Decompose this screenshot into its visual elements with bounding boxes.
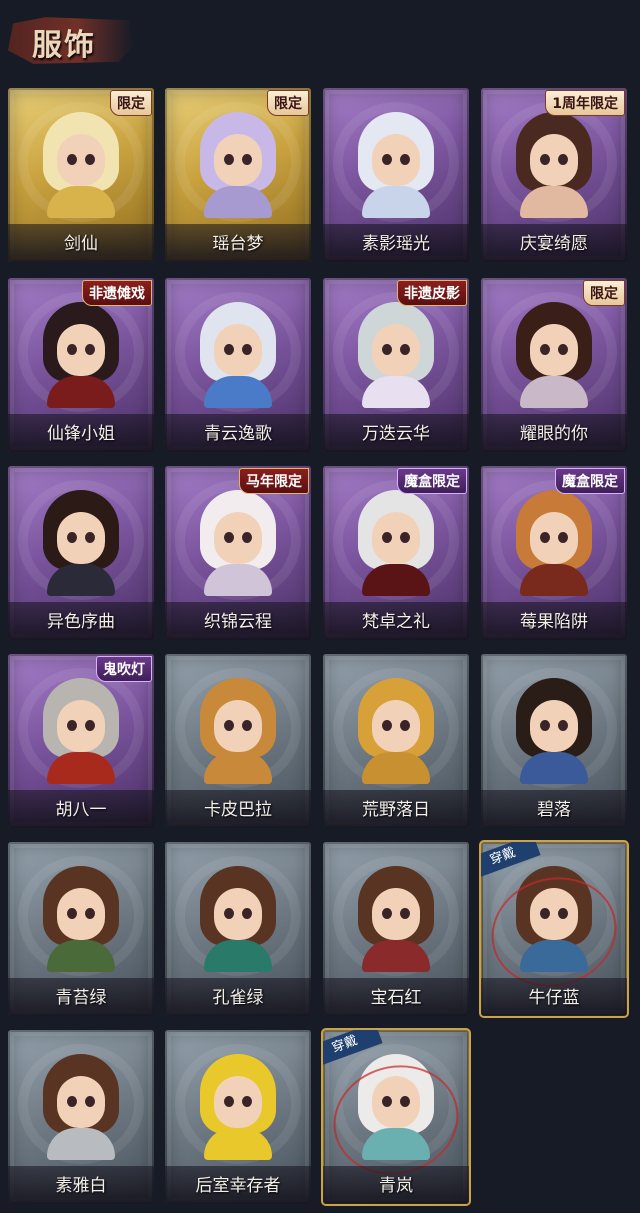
outfit-name: 碧落 bbox=[537, 800, 571, 820]
outfit-name: 青岚 bbox=[379, 1176, 413, 1196]
outfit-name: 织锦云程 bbox=[204, 612, 272, 632]
outfit-card[interactable]: 素雅白 bbox=[8, 1030, 154, 1204]
outfit-badge: 非遗皮影 bbox=[397, 280, 467, 306]
outfit-card[interactable]: 莓果陷阱 魔盒限定 bbox=[481, 466, 627, 640]
outfit-name: 瑶台梦 bbox=[212, 234, 264, 254]
outfit-card[interactable]: 梵卓之礼 魔盒限定 bbox=[323, 466, 469, 640]
outfit-name: 仙锋小姐 bbox=[47, 424, 115, 444]
outfit-card[interactable]: 宝石红 bbox=[323, 842, 469, 1016]
outfit-name: 素影瑶光 bbox=[362, 234, 430, 254]
outfit-card[interactable]: 后室幸存者 bbox=[165, 1030, 311, 1204]
outfit-card[interactable]: 碧落 bbox=[481, 654, 627, 828]
outfit-name: 梵卓之礼 bbox=[362, 612, 430, 632]
outfit-card[interactable]: 织锦云程 马年限定 bbox=[165, 466, 311, 640]
outfit-card[interactable]: 瑶台梦 限定 bbox=[165, 88, 311, 262]
outfit-card[interactable]: 青岚 穿戴 bbox=[321, 1028, 471, 1206]
outfit-badge: 限定 bbox=[110, 90, 152, 116]
outfit-card[interactable]: 荒野落日 bbox=[323, 654, 469, 828]
outfit-name: 荒野落日 bbox=[362, 800, 430, 820]
outfit-card[interactable]: 剑仙 限定 bbox=[8, 88, 154, 262]
outfit-name: 青云逸歌 bbox=[204, 424, 272, 444]
outfit-card[interactable]: 仙锋小姐 非遗傩戏 bbox=[8, 278, 154, 452]
page-title: 服饰 bbox=[32, 28, 96, 63]
outfit-badge: 1周年限定 bbox=[545, 90, 625, 116]
outfit-name: 庆宴绮愿 bbox=[520, 234, 588, 254]
outfit-name: 青苔绿 bbox=[55, 988, 107, 1008]
outfit-name: 后室幸存者 bbox=[195, 1176, 281, 1196]
outfit-name: 莓果陷阱 bbox=[520, 612, 588, 632]
outfit-name: 异色序曲 bbox=[47, 612, 115, 632]
outfit-badge: 限定 bbox=[267, 90, 309, 116]
outfit-card[interactable]: 孔雀绿 bbox=[165, 842, 311, 1016]
outfit-card[interactable]: 胡八一 鬼吹灯 bbox=[8, 654, 154, 828]
outfit-name: 耀眼的你 bbox=[520, 424, 588, 444]
outfit-card[interactable]: 牛仔蓝 穿戴 bbox=[479, 840, 629, 1018]
outfit-name: 素雅白 bbox=[55, 1176, 107, 1196]
outfit-name: 万迭云华 bbox=[362, 424, 430, 444]
outfit-card[interactable]: 青苔绿 bbox=[8, 842, 154, 1016]
outfit-badge: 魔盒限定 bbox=[555, 468, 625, 494]
outfit-card[interactable]: 青云逸歌 bbox=[165, 278, 311, 452]
outfit-card[interactable]: 异色序曲 bbox=[8, 466, 154, 640]
outfit-badge: 魔盒限定 bbox=[397, 468, 467, 494]
outfit-name: 胡八一 bbox=[55, 800, 107, 820]
outfit-card[interactable]: 耀眼的你 限定 bbox=[481, 278, 627, 452]
outfit-name: 宝石红 bbox=[370, 988, 422, 1008]
outfit-badge: 鬼吹灯 bbox=[96, 656, 152, 682]
outfit-badge: 非遗傩戏 bbox=[82, 280, 152, 306]
outfit-badge: 限定 bbox=[583, 280, 625, 306]
outfit-card[interactable]: 素影瑶光 bbox=[323, 88, 469, 262]
outfit-card[interactable]: 万迭云华 非遗皮影 bbox=[323, 278, 469, 452]
outfit-card[interactable]: 庆宴绮愿 1周年限定 bbox=[481, 88, 627, 262]
outfit-name: 孔雀绿 bbox=[212, 988, 264, 1008]
outfit-name: 剑仙 bbox=[64, 234, 98, 254]
outfit-name: 牛仔蓝 bbox=[528, 988, 580, 1008]
outfit-name: 卡皮巴拉 bbox=[204, 800, 272, 820]
outfit-card[interactable]: 卡皮巴拉 bbox=[165, 654, 311, 828]
header: 服饰 bbox=[0, 0, 640, 88]
outfit-badge: 马年限定 bbox=[239, 468, 309, 494]
